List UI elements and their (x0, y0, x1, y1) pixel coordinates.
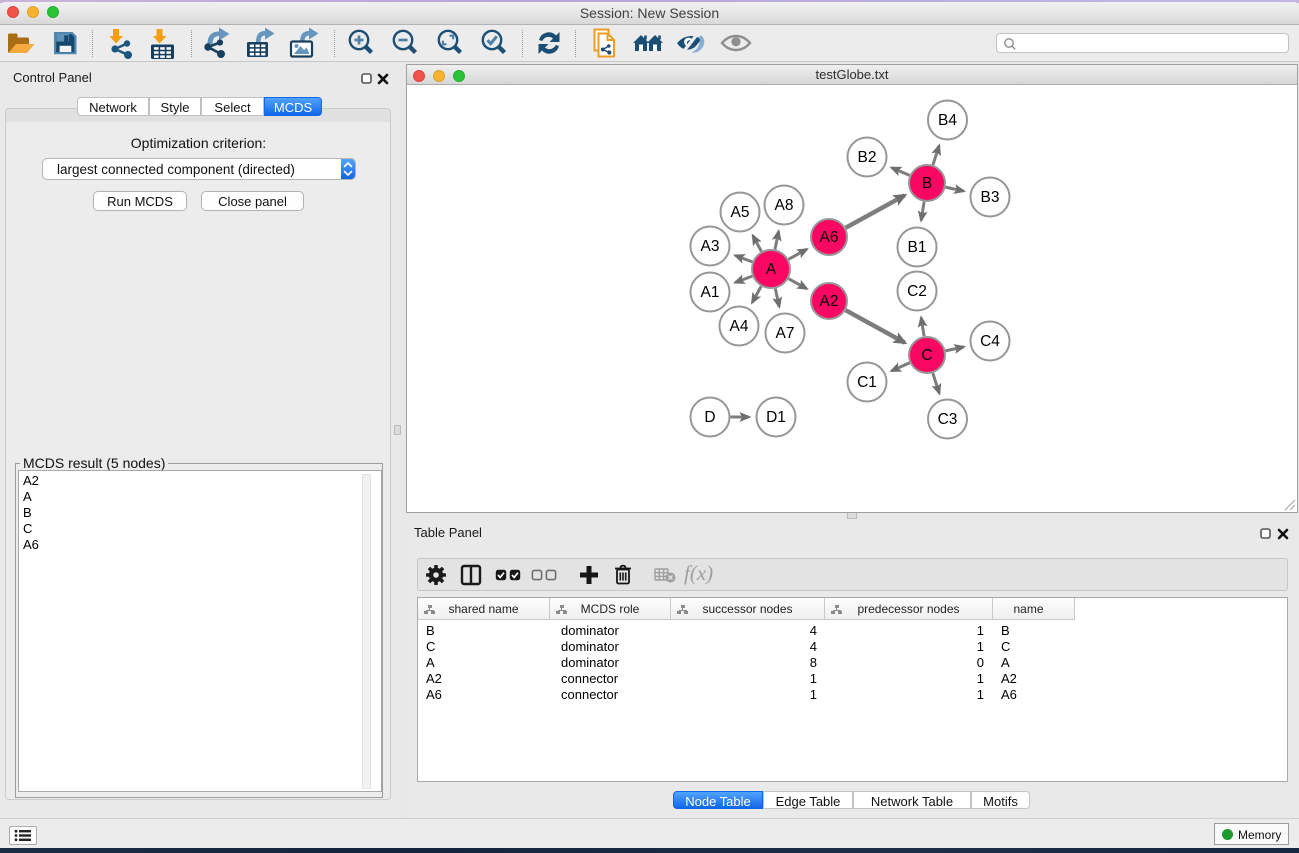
svg-text:A5: A5 (731, 204, 750, 221)
svg-text:C1: C1 (857, 374, 877, 391)
svg-text:B1: B1 (908, 239, 927, 256)
svg-text:A: A (766, 261, 777, 278)
svg-text:A3: A3 (701, 238, 720, 255)
svg-text:D1: D1 (766, 409, 786, 426)
svg-text:C3: C3 (938, 411, 958, 428)
svg-text:A1: A1 (701, 284, 720, 301)
svg-text:A2: A2 (820, 293, 839, 310)
svg-text:B4: B4 (938, 112, 957, 129)
svg-text:B3: B3 (981, 189, 1000, 206)
svg-text:D: D (704, 409, 715, 426)
svg-text:C: C (921, 347, 932, 364)
svg-text:A6: A6 (820, 229, 839, 246)
svg-text:A8: A8 (775, 197, 794, 214)
svg-text:A7: A7 (776, 325, 795, 342)
svg-text:C2: C2 (907, 283, 927, 300)
svg-text:B2: B2 (858, 149, 877, 166)
svg-text:C4: C4 (980, 333, 1000, 350)
svg-text:B: B (922, 175, 932, 192)
svg-text:A4: A4 (730, 318, 749, 335)
